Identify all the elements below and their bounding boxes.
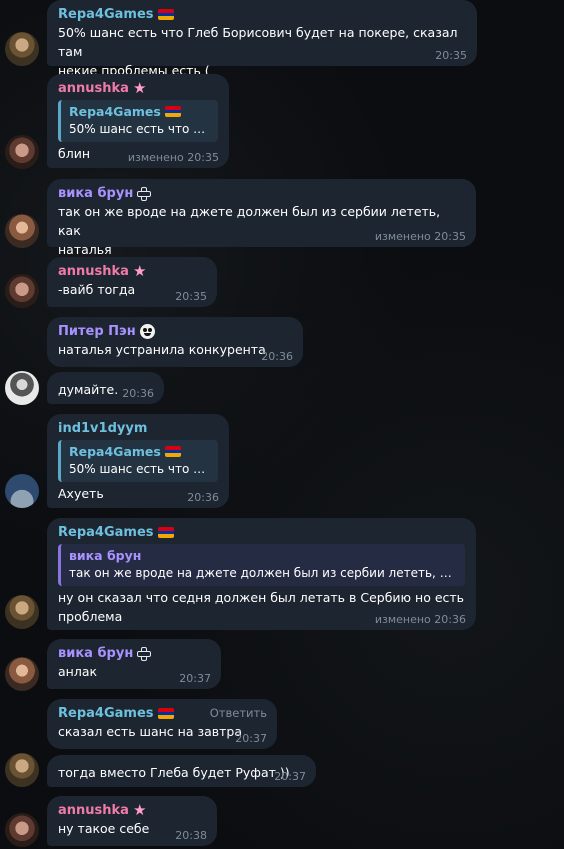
reply-text: 50% шанс есть что Гле... xyxy=(69,462,210,476)
sender-name[interactable]: вика брун xyxy=(58,185,465,202)
avatar-piter-pen[interactable] xyxy=(5,371,39,405)
message-time: 20:36 xyxy=(122,387,154,400)
message-bubble[interactable]: вика брун так он же вроде на джете долже… xyxy=(47,179,476,257)
reply-sender: Repa4Games xyxy=(69,103,210,120)
message-time: 20:37 xyxy=(274,770,306,783)
sender-label: вика брун xyxy=(58,646,134,661)
message-bubble[interactable]: Repa4Games вика брун так он же вроде на … xyxy=(47,518,476,630)
message-text: ну он сказал что седня должен был летать… xyxy=(58,590,465,605)
message-text: тогда вместо Глеба будет Руфат )) xyxy=(58,765,290,780)
sender-label: annushka xyxy=(58,803,129,818)
message-time: 20:36 xyxy=(187,491,219,504)
avatar-repa4games[interactable] xyxy=(5,32,39,66)
message-text: наталья устранила конкурента xyxy=(58,342,266,357)
reply-button[interactable]: Ответить xyxy=(210,706,267,720)
avatar-repa4games[interactable] xyxy=(5,595,39,629)
message-time: 20:35 xyxy=(435,49,467,62)
avatar-annushka[interactable] xyxy=(5,135,39,169)
avatar-vika-brun[interactable] xyxy=(5,657,39,691)
plus-emoji-icon xyxy=(137,646,152,661)
sender-label: Repa4Games xyxy=(58,706,154,721)
sender-label: annushka xyxy=(58,81,129,96)
armenia-flag-icon xyxy=(157,527,174,538)
reply-sender: вика брун xyxy=(69,548,142,563)
message-bubble[interactable]: думайте. 20:36 xyxy=(47,372,164,404)
message-bubble[interactable]: вика брун анлак 20:37 xyxy=(47,639,221,689)
message-bubble[interactable]: Питер Пэн наталья устранила конкурента 2… xyxy=(47,317,303,367)
sender-label: ind1v1dyym xyxy=(58,421,148,436)
message-time: изменено 20:35 xyxy=(127,151,219,164)
sender-name[interactable]: Питер Пэн xyxy=(58,323,292,340)
pink-star-icon: ★ xyxy=(132,801,147,819)
message-time: 20:37 xyxy=(179,672,211,685)
message-time: 20:36 xyxy=(261,350,293,363)
sender-name[interactable]: annushka ★ xyxy=(58,80,218,97)
message-time: изменено 20:36 xyxy=(374,613,466,626)
reply-sender-label: Repa4Games xyxy=(69,444,161,459)
armenia-flag-icon xyxy=(157,708,174,719)
sender-label: Repa4Games xyxy=(58,525,154,540)
reply-text: так он же вроде на джете должен был из с… xyxy=(69,566,457,580)
message-text: 50% шанс есть что Глеб Борисович будет н… xyxy=(58,25,458,59)
armenia-flag-icon xyxy=(157,9,174,20)
avatar-annushka[interactable] xyxy=(5,813,39,847)
message-bubble[interactable]: тогда вместо Глеба будет Руфат )) 20:37 xyxy=(47,755,316,787)
message-bubble[interactable]: ind1v1dyym Repa4Games 50% шанс есть что … xyxy=(47,414,229,508)
sender-label: Питер Пэн xyxy=(58,324,136,339)
sender-name[interactable]: annushka ★ xyxy=(58,263,206,280)
pink-star-icon: ★ xyxy=(132,79,147,97)
armenia-flag-icon xyxy=(164,446,181,457)
sender-label: annushka xyxy=(58,264,129,279)
message-bubble[interactable]: Repa4Games 50% шанс есть что Глеб Борисо… xyxy=(47,0,477,78)
message-bubble[interactable]: annushka ★ ну такое себе 20:38 xyxy=(47,796,217,846)
sender-name[interactable]: ind1v1dyym xyxy=(58,420,218,437)
dizzy-face-emoji-icon xyxy=(139,324,155,339)
avatar-vika-brun[interactable] xyxy=(5,214,39,248)
message-time: 20:35 xyxy=(175,290,207,303)
message-bubble[interactable]: Repa4Games Ответить сказал есть шанс на … xyxy=(47,699,277,749)
reply-preview[interactable]: вика брун так он же вроде на джете долже… xyxy=(58,544,465,586)
message-time: 20:37 xyxy=(235,732,267,745)
message-bubble[interactable]: annushka ★ -вайб тогда 20:35 xyxy=(47,257,217,307)
avatar-ind1v1dyym[interactable] xyxy=(5,474,39,508)
sender-label: вика брун xyxy=(58,186,134,201)
sender-name[interactable]: annushka ★ xyxy=(58,802,206,819)
sender-name[interactable]: Repa4Games xyxy=(58,6,466,23)
message-time: изменено 20:35 xyxy=(374,230,466,243)
reply-sender: Repa4Games xyxy=(69,443,210,460)
sender-name[interactable]: вика брун xyxy=(58,645,210,662)
sender-label: Repa4Games xyxy=(58,7,154,22)
reply-sender-label: Repa4Games xyxy=(69,104,161,119)
reply-text: 50% шанс есть что Гле... xyxy=(69,122,210,136)
reply-preview[interactable]: Repa4Games 50% шанс есть что Гле... xyxy=(58,100,218,142)
plus-emoji-icon xyxy=(137,186,152,201)
sender-name[interactable]: Repa4Games xyxy=(58,524,465,541)
avatar-annushka[interactable] xyxy=(5,274,39,308)
pink-star-icon: ★ xyxy=(132,262,147,280)
message-time: 20:38 xyxy=(175,829,207,842)
reply-preview[interactable]: Repa4Games 50% шанс есть что Гле... xyxy=(58,440,218,482)
avatar-repa4games[interactable] xyxy=(5,753,39,787)
armenia-flag-icon xyxy=(164,106,181,117)
message-bubble[interactable]: annushka ★ Repa4Games 50% шанс есть что … xyxy=(47,74,229,168)
